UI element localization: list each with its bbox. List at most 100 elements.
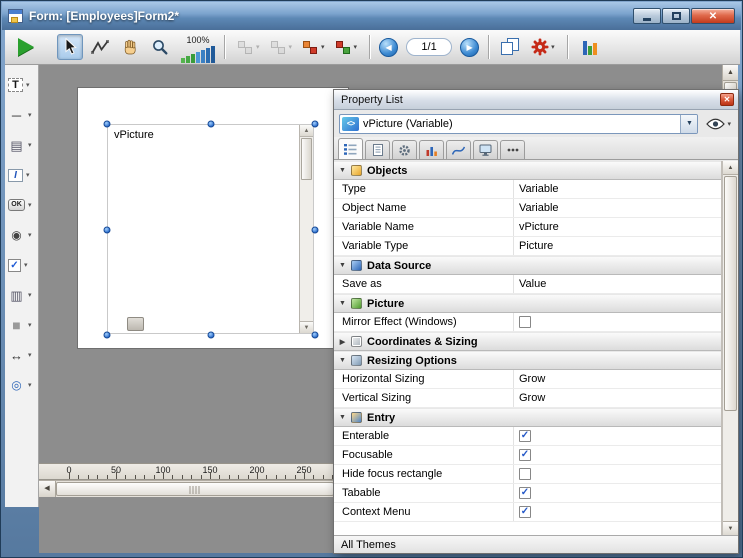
property-value[interactable]: ✓ bbox=[514, 484, 721, 502]
collapse-icon[interactable]: ▼ bbox=[334, 262, 351, 269]
tool-rectangle[interactable]: ■▾ bbox=[5, 310, 38, 340]
previous-page-button[interactable]: ◀ bbox=[379, 38, 398, 57]
chevron-down-icon[interactable]: ▾ bbox=[28, 141, 32, 149]
themes-button[interactable] bbox=[577, 34, 603, 60]
settings-tab-icon[interactable] bbox=[392, 140, 417, 159]
section-coordinates-sizing[interactable]: ▶Coordinates & Sizing bbox=[334, 332, 721, 351]
collapse-icon[interactable]: ▼ bbox=[334, 167, 351, 174]
title-bar[interactable]: Form: [Employees]Form2* ✕ bbox=[2, 2, 741, 30]
checkbox-checked[interactable]: ✓ bbox=[519, 487, 531, 499]
themes-footer[interactable]: All Themes bbox=[334, 535, 738, 553]
section-entry[interactable]: ▼Entry bbox=[334, 408, 721, 427]
property-value[interactable] bbox=[514, 313, 721, 331]
draw-tool-button[interactable] bbox=[87, 34, 113, 60]
pan-tool-button[interactable] bbox=[117, 34, 143, 60]
scroll-up-icon[interactable]: ▲ bbox=[723, 161, 738, 175]
tool-listbox[interactable]: ▤▾ bbox=[5, 130, 38, 160]
chevron-down-icon[interactable]: ▾ bbox=[354, 43, 358, 51]
expand-icon[interactable]: ▶ bbox=[334, 338, 351, 346]
tool-field[interactable]: I▾ bbox=[5, 160, 38, 190]
chevron-down-icon[interactable]: ▾ bbox=[321, 43, 325, 51]
property-value[interactable]: Grow bbox=[514, 370, 721, 388]
page-indicator[interactable]: 1/1 bbox=[406, 38, 452, 56]
minimize-button[interactable] bbox=[633, 8, 661, 24]
checkbox-unchecked[interactable] bbox=[519, 468, 531, 480]
checkbox-checked[interactable]: ✓ bbox=[519, 449, 531, 461]
stats-tab-icon[interactable] bbox=[419, 140, 444, 159]
property-value[interactable]: ✓ bbox=[514, 503, 721, 521]
section-picture[interactable]: ▼Picture bbox=[334, 294, 721, 313]
section-data-source[interactable]: ▼Data Source bbox=[334, 256, 721, 275]
collapse-icon[interactable]: ▼ bbox=[334, 300, 351, 307]
select-tool-button[interactable] bbox=[57, 34, 83, 60]
scroll-down-icon[interactable]: ▼ bbox=[723, 521, 738, 535]
chevron-down-icon[interactable]: ▾ bbox=[26, 171, 30, 179]
chevron-down-icon[interactable]: ▾ bbox=[26, 81, 30, 89]
property-value[interactable]: vPicture bbox=[514, 218, 721, 236]
chevron-down-icon[interactable]: ▼ bbox=[680, 114, 697, 134]
chevron-down-icon[interactable]: ▾ bbox=[28, 291, 32, 299]
zoom-bars-icon[interactable] bbox=[181, 46, 215, 63]
close-button[interactable]: ✕ bbox=[691, 8, 735, 24]
chevron-down-icon[interactable]: ▾ bbox=[28, 111, 32, 119]
resize-handle[interactable] bbox=[312, 121, 319, 128]
collapse-icon[interactable]: ▼ bbox=[334, 414, 351, 421]
close-icon[interactable]: ✕ bbox=[720, 93, 734, 106]
tool-plugin[interactable]: ◎▾ bbox=[5, 370, 38, 400]
form-pages-button[interactable] bbox=[498, 34, 524, 60]
collapse-icon[interactable]: ▼ bbox=[334, 357, 351, 364]
tool-line[interactable]: ─▾ bbox=[5, 100, 38, 130]
curve-tab-icon[interactable] bbox=[446, 140, 471, 159]
chevron-down-icon[interactable]: ▾ bbox=[28, 201, 32, 209]
picture-object[interactable]: vPicture ▲ ▼ bbox=[107, 124, 314, 334]
chevron-down-icon[interactable]: ▾ bbox=[551, 43, 555, 51]
resize-handle[interactable] bbox=[104, 332, 111, 339]
chevron-down-icon[interactable]: ▾ bbox=[28, 351, 32, 359]
resize-handle[interactable] bbox=[208, 332, 215, 339]
checkbox-unchecked[interactable] bbox=[519, 316, 531, 328]
level-button[interactable]: ▾ bbox=[299, 34, 328, 60]
settings-button[interactable]: ▾ bbox=[528, 34, 558, 60]
next-page-button[interactable]: ▶ bbox=[460, 38, 479, 57]
tool-splitter[interactable]: ↔▾ bbox=[5, 340, 38, 370]
group-button[interactable]: ▾ bbox=[332, 34, 361, 60]
section-objects[interactable]: ▼Objects bbox=[334, 161, 721, 180]
chevron-down-icon[interactable]: ▾ bbox=[28, 231, 32, 239]
scroll-left-icon[interactable]: ◀ bbox=[39, 481, 56, 497]
tool-radio[interactable]: ◉▾ bbox=[5, 220, 38, 250]
scrollbar-thumb[interactable] bbox=[724, 176, 737, 411]
chevron-down-icon[interactable]: ▾ bbox=[28, 381, 32, 389]
form-page[interactable]: vPicture ▲ ▼ bbox=[77, 87, 349, 349]
tool-checkbox[interactable]: ✓▾ bbox=[5, 250, 38, 280]
resize-handle[interactable] bbox=[312, 332, 319, 339]
property-value[interactable]: ✓ bbox=[514, 446, 721, 464]
tool-text[interactable]: T▾ bbox=[5, 70, 38, 100]
section-resizing-options[interactable]: ▼Resizing Options bbox=[334, 351, 721, 370]
scroll-up-icon[interactable]: ▲ bbox=[723, 65, 738, 81]
zoom-widget[interactable]: 100% bbox=[181, 31, 215, 63]
chevron-down-icon[interactable]: ▾ bbox=[24, 261, 28, 269]
more-tab-icon[interactable] bbox=[500, 140, 525, 159]
property-value[interactable]: Variable bbox=[514, 180, 721, 198]
checkbox-checked[interactable]: ✓ bbox=[519, 430, 531, 442]
checkbox-checked[interactable]: ✓ bbox=[519, 506, 531, 518]
resize-handle[interactable] bbox=[312, 226, 319, 233]
scroll-down-icon[interactable]: ▼ bbox=[300, 321, 313, 333]
property-value[interactable]: ✓ bbox=[514, 427, 721, 445]
tool-okbutton[interactable]: OK▾ bbox=[5, 190, 38, 220]
page-tab-icon[interactable] bbox=[365, 140, 390, 159]
property-value[interactable]: Picture bbox=[514, 237, 721, 255]
eye-icon[interactable] bbox=[706, 118, 725, 130]
object-selector[interactable]: <> vPicture (Variable) ▼ bbox=[339, 114, 698, 134]
tool-buttongrid[interactable]: ▥▾ bbox=[5, 280, 38, 310]
zoom-tool-button[interactable] bbox=[147, 34, 173, 60]
chevron-down-icon[interactable]: ▾ bbox=[28, 321, 32, 329]
property-list-scrollbar[interactable]: ▲ ▼ bbox=[722, 161, 738, 535]
property-list-titlebar[interactable]: Property List ✕ bbox=[334, 90, 738, 110]
display-tab-icon[interactable] bbox=[473, 140, 498, 159]
property-value[interactable]: Grow bbox=[514, 389, 721, 407]
property-value[interactable]: Variable bbox=[514, 199, 721, 217]
property-value[interactable] bbox=[514, 465, 721, 483]
resize-handle[interactable] bbox=[104, 121, 111, 128]
properties-tab-icon[interactable] bbox=[338, 138, 363, 159]
